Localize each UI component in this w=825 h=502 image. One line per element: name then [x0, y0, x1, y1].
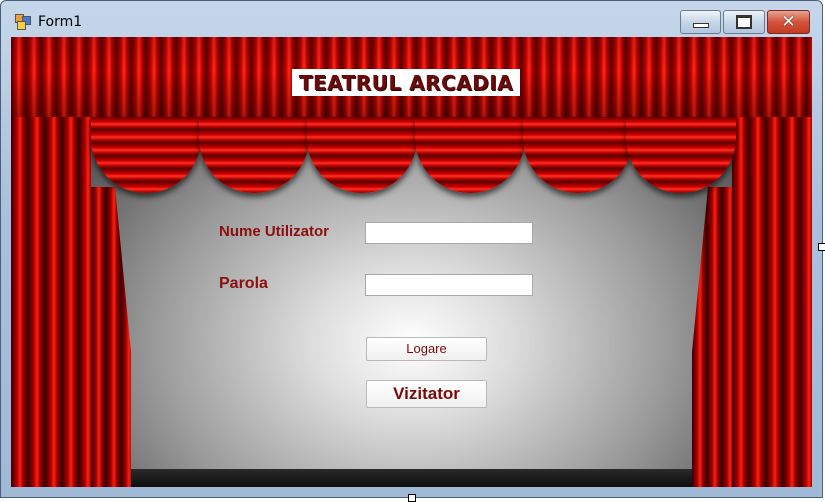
window-title: Form1 — [38, 14, 83, 30]
left-curtain — [11, 117, 91, 487]
resize-handle-right[interactable] — [818, 243, 825, 251]
close-icon: ✕ — [781, 11, 796, 32]
curtain-swag — [307, 117, 417, 193]
username-label: Nume Utilizator — [219, 223, 330, 240]
left-curtain-inner — [91, 187, 131, 487]
curtain-swag — [415, 117, 525, 193]
theater-title-banner: TEATRUL ARCADIA — [292, 69, 520, 96]
curtain-swag — [91, 117, 201, 193]
minimize-button[interactable] — [680, 10, 721, 34]
windows-form-icon — [15, 14, 31, 30]
right-curtain-inner — [692, 187, 732, 487]
stage-floor — [131, 469, 692, 487]
password-input[interactable] — [365, 274, 533, 296]
title-bar[interactable]: Form1 ✕ — [1, 1, 822, 37]
close-button[interactable]: ✕ — [767, 10, 810, 34]
login-button[interactable]: Logare — [366, 337, 487, 361]
right-curtain — [732, 117, 812, 487]
theater-background: TEATRUL ARCADIA Nume Utilizator Parola L… — [11, 37, 812, 487]
password-label: Parola — [219, 275, 268, 292]
maximize-icon — [736, 15, 752, 29]
curtain-swags — [91, 117, 736, 197]
curtain-swag — [199, 117, 309, 193]
resize-handle-bottom[interactable] — [408, 494, 416, 502]
curtain-swag — [626, 117, 736, 193]
maximize-button[interactable] — [723, 10, 765, 34]
minimize-icon — [692, 22, 709, 28]
curtain-swag — [523, 117, 633, 193]
visitor-button[interactable]: Vizitator — [366, 380, 487, 408]
username-input[interactable] — [365, 222, 533, 244]
theater-title: TEATRUL ARCADIA — [298, 70, 514, 95]
app-window: Form1 ✕ TEATRUL ARCADIA Nume Utilizator … — [0, 0, 823, 498]
